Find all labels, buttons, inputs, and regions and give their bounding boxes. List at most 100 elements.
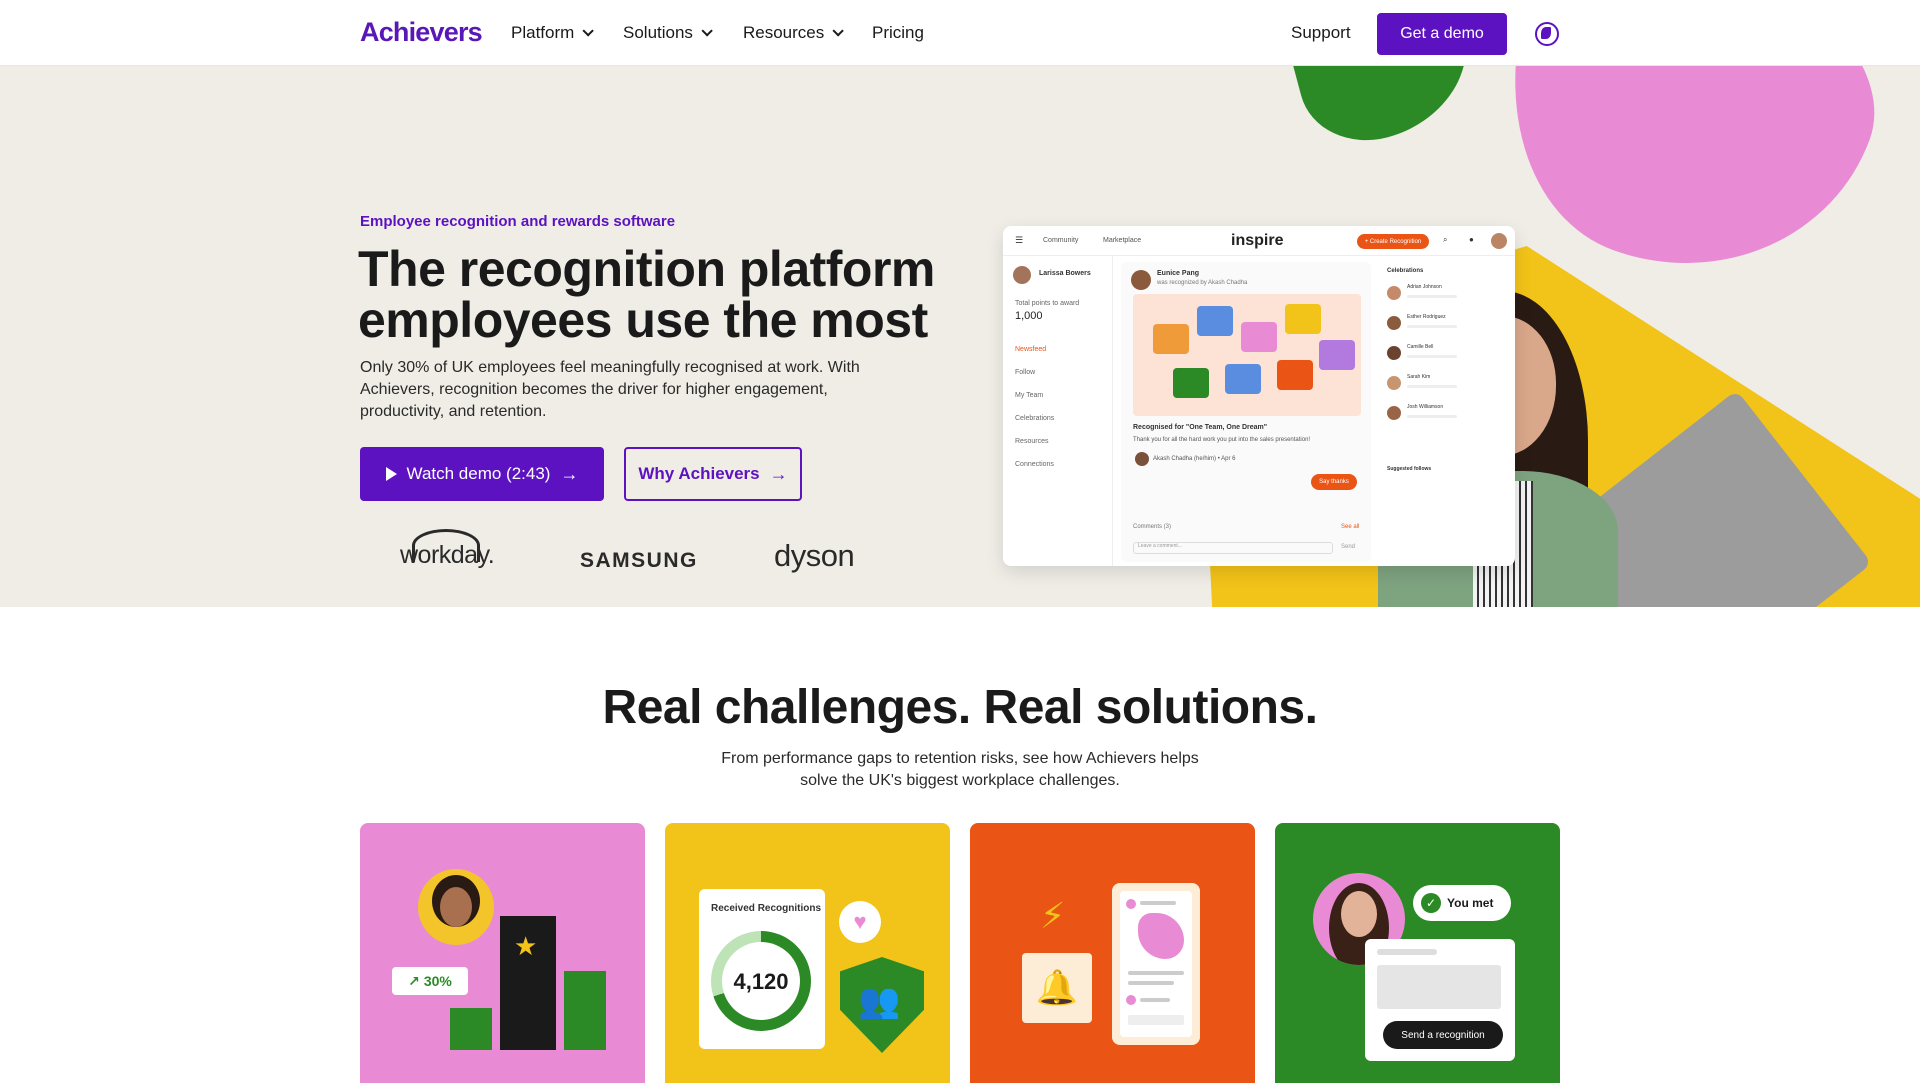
mock-say-thanks: Say thanks bbox=[1311, 474, 1357, 490]
search-icon: ⌕ bbox=[1443, 235, 1448, 244]
arrow-right-icon: → bbox=[560, 463, 579, 484]
watch-demo-button[interactable]: Watch demo (2:43) → bbox=[360, 447, 604, 501]
recognitions-label: Received Recognitions bbox=[711, 903, 822, 914]
avatar bbox=[1491, 233, 1507, 249]
mock-comment-field: Leave a comment... bbox=[1133, 542, 1333, 554]
mock-celebrations-title: Celebrations bbox=[1387, 268, 1424, 274]
mock-topbar: ☰ Community Marketplace inspire + Create… bbox=[1003, 226, 1515, 256]
phone-mockup bbox=[1112, 883, 1200, 1045]
green-blob-decoration bbox=[1278, 66, 1487, 157]
growth-badge: ↗ 30% bbox=[392, 967, 468, 995]
bar-decoration bbox=[564, 971, 606, 1050]
mock-side-item: My Team bbox=[1015, 392, 1044, 399]
mock-see-all: See all bbox=[1341, 524, 1360, 530]
growth-value: 30% bbox=[423, 973, 452, 989]
star-icon: ★ bbox=[514, 931, 538, 961]
check-icon: ✓ bbox=[1421, 893, 1441, 913]
mock-celebrations: Celebrations Adrian Johnson Esther Rodri… bbox=[1381, 262, 1511, 562]
mock-person-row: Sarah Kim bbox=[1387, 374, 1497, 394]
hero-lede: Only 30% of UK employees feel meaningful… bbox=[360, 359, 860, 420]
mock-person-row: Esther Rodriguez bbox=[1387, 314, 1497, 334]
nav-pricing-label: Pricing bbox=[872, 23, 924, 42]
team-illustration bbox=[1133, 294, 1361, 416]
why-achievers-label: Why Achievers bbox=[638, 464, 760, 483]
mock-points-label: Total points to award bbox=[1015, 300, 1080, 307]
person-portrait bbox=[418, 869, 494, 945]
nav-solutions-label: Solutions bbox=[623, 23, 693, 42]
challenge-card-connection[interactable]: ✓ You met Send a recognition bbox=[1275, 823, 1560, 1083]
hero: ☰ Community Marketplace inspire + Create… bbox=[0, 66, 1920, 607]
achievers-logo[interactable]: Achievers bbox=[360, 17, 483, 48]
mock-post: Eunice Pang was recognized by Akash Chad… bbox=[1121, 262, 1371, 562]
mock-send: Send bbox=[1341, 544, 1356, 550]
avatar bbox=[1131, 270, 1151, 290]
mock-side-item: Connections bbox=[1015, 461, 1054, 468]
top-nav: Achievers Platform Solutions Resources P… bbox=[0, 0, 1920, 66]
samsung-logo: SAMSUNG bbox=[580, 549, 698, 572]
chevron-down-icon bbox=[582, 25, 595, 37]
chevron-down-icon bbox=[701, 25, 713, 37]
mock-side-item: Newsfeed bbox=[1015, 346, 1047, 353]
mock-person-row: Camille Bell bbox=[1387, 344, 1497, 364]
mock-user-name: Larissa Bowers bbox=[1039, 270, 1091, 277]
play-icon bbox=[385, 467, 397, 481]
section-subtitle: From performance gaps to retention risks… bbox=[721, 750, 1199, 789]
mock-side-item: Resources bbox=[1015, 438, 1049, 445]
why-achievers-button[interactable]: Why Achievers → bbox=[624, 447, 802, 501]
mock-person-row: Josh Williamson bbox=[1387, 404, 1497, 424]
watch-demo-label: Watch demo (2:43) bbox=[406, 464, 551, 483]
challenge-card-engagement[interactable]: ⚡ 🔔 bbox=[970, 823, 1255, 1083]
avatar bbox=[1135, 452, 1149, 466]
mock-post-author: Eunice Pang bbox=[1157, 270, 1200, 277]
nav-pricing[interactable]: Pricing bbox=[872, 23, 924, 43]
hero-title: The recognition platform employees use t… bbox=[358, 241, 935, 348]
nav-solutions[interactable]: Solutions bbox=[623, 23, 713, 43]
nav-resources[interactable]: Resources bbox=[743, 23, 845, 43]
get-demo-button[interactable]: Get a demo bbox=[1377, 13, 1507, 55]
menu-icon: ☰ bbox=[1015, 235, 1024, 245]
heart-icon: ♥ bbox=[839, 901, 881, 943]
challenge-card-performance[interactable]: ★ ↗ 30% bbox=[360, 823, 645, 1083]
bell-icon: ● bbox=[1469, 235, 1474, 244]
section-title: Real challenges. Real solutions. bbox=[602, 681, 1318, 734]
trending-up-icon: ↗ bbox=[408, 972, 420, 989]
nav-resources-label: Resources bbox=[743, 23, 825, 42]
bar-decoration bbox=[450, 1008, 492, 1050]
you-met-label: You met bbox=[1447, 896, 1494, 910]
mock-create-button: + Create Recognition bbox=[1357, 234, 1429, 249]
globe-icon[interactable] bbox=[1535, 22, 1559, 46]
mock-suggested: Suggested follows bbox=[1387, 466, 1432, 472]
recognitions-panel: Received Recognitions 4,120 bbox=[699, 889, 825, 1049]
nav-platform[interactable]: Platform bbox=[511, 23, 595, 43]
lightning-icon: ⚡ bbox=[1040, 895, 1066, 936]
chevron-down-icon bbox=[832, 25, 845, 37]
challenge-card-recognitions[interactable]: Received Recognitions 4,120 ♥ 👥 bbox=[665, 823, 950, 1083]
send-recognition-button: Send a recognition bbox=[1383, 1021, 1503, 1049]
nav-platform-label: Platform bbox=[511, 23, 575, 42]
mock-tab-community: Community bbox=[1043, 237, 1079, 244]
arrow-right-icon: → bbox=[769, 463, 788, 484]
workday-logo: workday. bbox=[400, 529, 495, 569]
mock-tab-marketplace: Marketplace bbox=[1103, 237, 1142, 244]
recognitions-value: 4,120 bbox=[733, 969, 789, 994]
bell-icon: 🔔 bbox=[1022, 953, 1092, 1023]
recognition-form: Send a recognition bbox=[1365, 939, 1515, 1061]
mock-app-title: inspire bbox=[1231, 232, 1284, 249]
mock-points-value: 1,000 bbox=[1015, 310, 1043, 322]
avatar bbox=[1013, 266, 1031, 284]
mock-person-row: Adrian Johnson bbox=[1387, 284, 1497, 304]
support-link[interactable]: Support bbox=[1291, 23, 1351, 43]
dyson-logo: dyson bbox=[774, 538, 855, 573]
hero-eyebrow: Employee recognition and rewards softwar… bbox=[360, 213, 676, 230]
mock-side-item: Celebrations bbox=[1015, 415, 1055, 422]
team-icon: 👥 bbox=[858, 982, 901, 1020]
mock-post-meta: Akash Chadha (he/him) • Apr 6 bbox=[1153, 456, 1236, 462]
mock-post-body: Thank you for all the hard work you put … bbox=[1133, 437, 1311, 443]
mock-side-item: Follow bbox=[1015, 369, 1036, 376]
app-screenshot: ☰ Community Marketplace inspire + Create… bbox=[1003, 226, 1515, 566]
mock-post-sub: was recognized by Akash Chadha bbox=[1157, 280, 1248, 286]
mock-sidebar: Larissa Bowers Total points to award 1,0… bbox=[1003, 256, 1113, 566]
you-met-badge: ✓ You met bbox=[1413, 885, 1511, 921]
mock-comments: Comments (3) bbox=[1133, 524, 1172, 530]
mock-post-title: Recognised for "One Team, One Dream" bbox=[1133, 424, 1268, 431]
